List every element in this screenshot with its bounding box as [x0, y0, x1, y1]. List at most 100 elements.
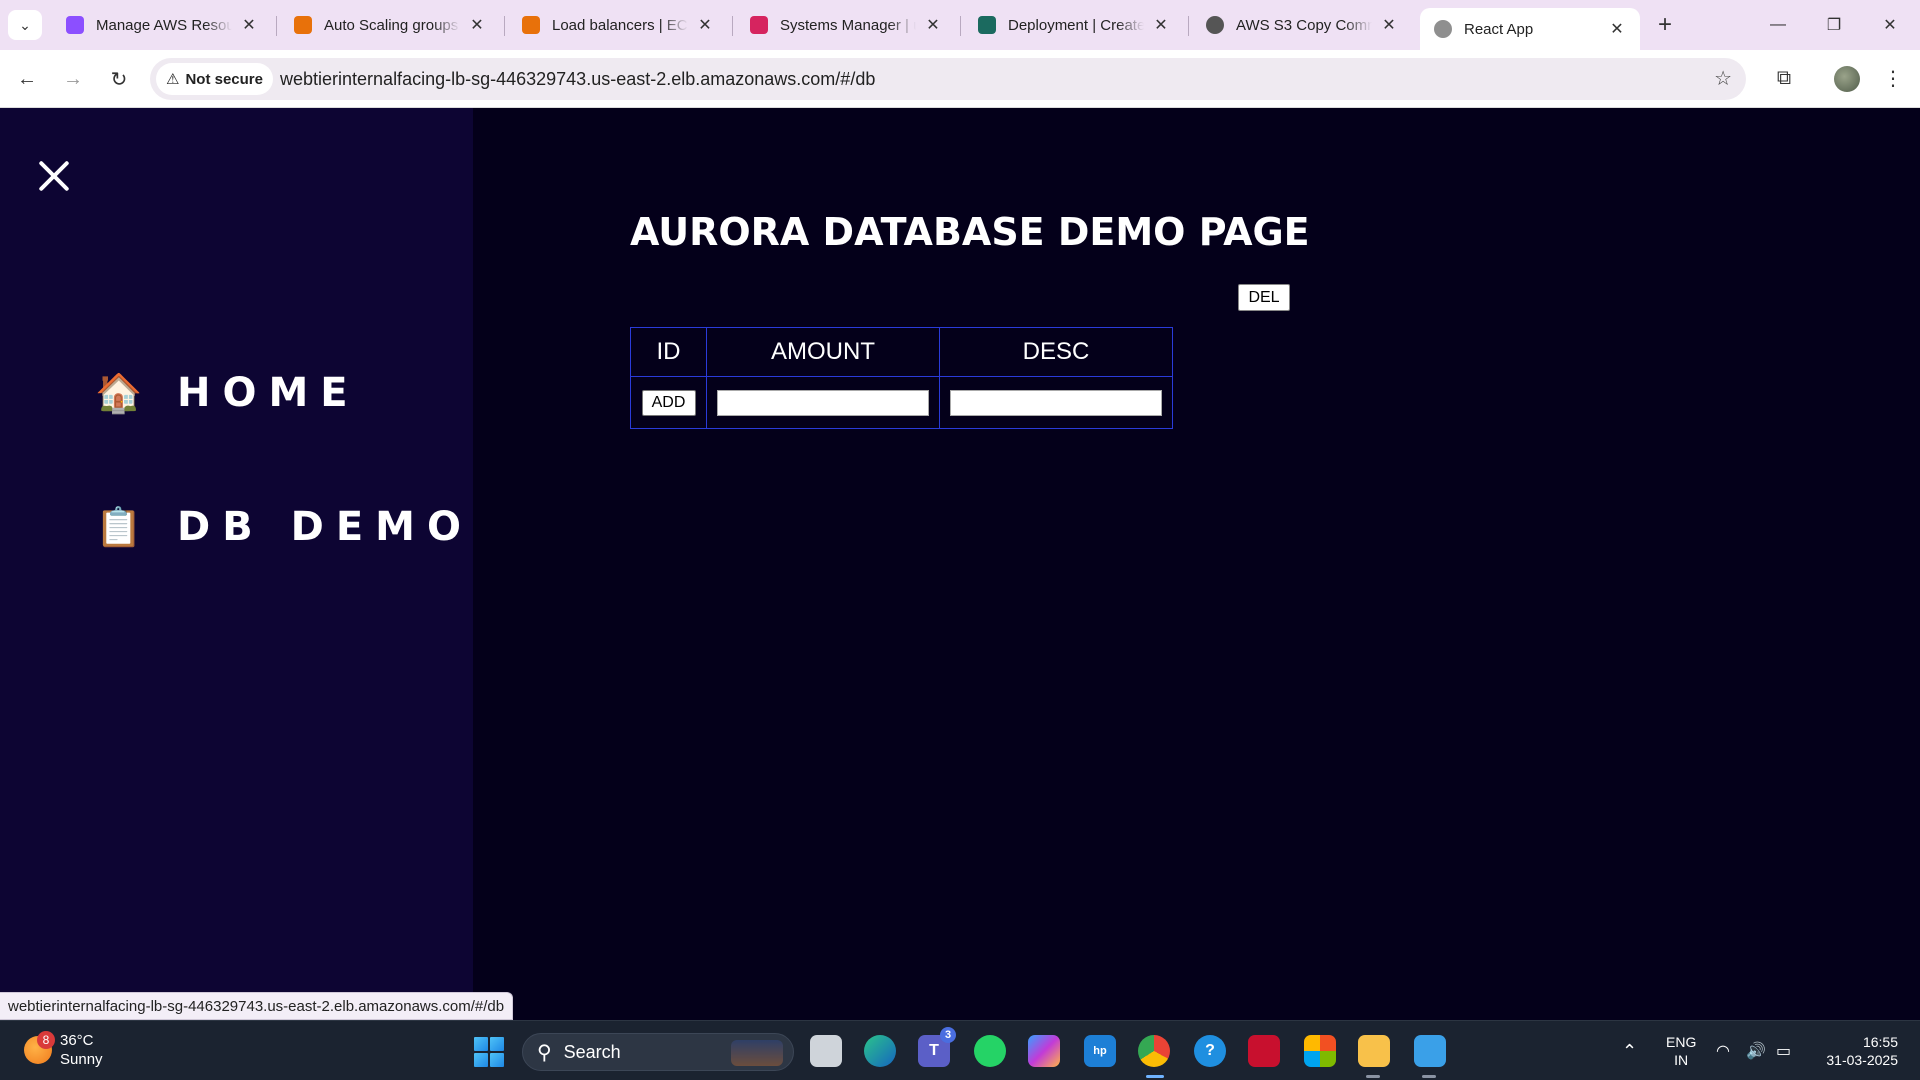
close-tab-icon[interactable]: ✕ [1152, 15, 1170, 35]
table-header-row: ID AMOUNT DESC [630, 327, 1173, 377]
sun-icon: 8 [24, 1031, 55, 1064]
close-tab-icon[interactable]: ✕ [1608, 19, 1626, 39]
page-title: AURORA DATABASE DEMO PAGE [630, 210, 1310, 254]
arrow-left-icon: ← [17, 67, 37, 90]
reload-icon: ↻ [110, 68, 128, 91]
extensions-icon[interactable]: ⧉ [1770, 64, 1798, 92]
search-icon: ⚲ [537, 1040, 552, 1064]
tab-title: AWS S3 Copy Comm [1236, 16, 1372, 34]
edge-icon[interactable] [864, 1035, 896, 1067]
tab-aws-s3-copy[interactable]: AWS S3 Copy Comm ✕ [1192, 6, 1412, 44]
address-bar[interactable]: ⚠ Not secure webtierinternalfacing-lb-sg… [150, 58, 1746, 100]
close-tab-icon[interactable]: ✕ [696, 15, 714, 35]
close-tab-icon[interactable]: ✕ [240, 15, 258, 35]
tab-manage-aws[interactable]: Manage AWS Resour ✕ [52, 6, 272, 44]
notepad-indicator [1422, 1075, 1436, 1078]
profile-avatar[interactable] [1834, 66, 1860, 92]
sidebar-item-home[interactable]: 🏠 HOME [95, 370, 360, 416]
ec2-icon [522, 16, 540, 34]
sidebar-item-db-demo[interactable]: 📋 DB DEMO [95, 504, 473, 550]
store-icon[interactable] [1304, 1035, 1336, 1067]
close-tab-icon[interactable]: ✕ [924, 15, 942, 35]
chevron-down-icon: ⌄ [19, 16, 31, 33]
region-code: IN [1674, 1052, 1689, 1068]
wifi-icon[interactable]: ◠ [1716, 1021, 1730, 1080]
add-button[interactable]: ADD [641, 389, 696, 416]
weather-badge: 8 [37, 1031, 55, 1049]
myhp-icon[interactable]: hp [1084, 1035, 1116, 1067]
battery-icon[interactable]: ▭ [1776, 1021, 1791, 1080]
forward-button[interactable]: → [58, 64, 88, 94]
minimize-icon: ― [1770, 16, 1786, 33]
close-tab-icon[interactable]: ✕ [1380, 15, 1398, 35]
minimize-button[interactable]: ― [1750, 0, 1806, 50]
taskbar-search[interactable]: ⚲ Search [522, 1033, 794, 1071]
clock[interactable]: 16:55 31-03-2025 [1818, 1033, 1898, 1069]
weather-widget[interactable]: 8 36°C Sunny [24, 1031, 103, 1069]
taskbar: 8 36°C Sunny ⚲ Search T3 hp ? ⌃ ENG IN ◠… [0, 1020, 1920, 1080]
whatsapp-icon[interactable] [974, 1035, 1006, 1067]
status-bar-url: webtierinternalfacing-lb-sg-446329743.us… [0, 992, 514, 1020]
tab-react-app[interactable]: React App ✕ [1420, 8, 1640, 50]
desc-input[interactable] [950, 389, 1162, 416]
main-content: AURORA DATABASE DEMO PAGE DEL ID AMOUNT … [473, 108, 1920, 1020]
help-icon[interactable]: ? [1194, 1035, 1226, 1067]
chrome-icon[interactable] [1138, 1035, 1170, 1067]
notepad-icon[interactable] [1414, 1035, 1446, 1067]
warning-triangle-icon: ⚠ [166, 71, 180, 88]
browser-toolbar: ← → ↻ ⚠ Not secure webtierinternalfacing… [0, 50, 1920, 108]
restore-icon: ❐ [1826, 17, 1842, 34]
tab-title: React App [1464, 20, 1534, 38]
reload-button[interactable]: ↻ [104, 64, 134, 94]
teams-badge: 3 [940, 1027, 956, 1043]
tab-auto-scaling[interactable]: Auto Scaling groups ✕ [280, 6, 500, 44]
tab-systems-manager[interactable]: Systems Manager | u ✕ [736, 6, 956, 44]
volume-icon[interactable]: 🔊 [1746, 1021, 1766, 1080]
tab-load-balancers[interactable]: Load balancers | EC2 ✕ [508, 6, 728, 44]
tray-overflow-icon[interactable]: ⌃ [1622, 1021, 1637, 1080]
close-tab-icon[interactable]: ✕ [468, 15, 486, 35]
teams-icon[interactable]: T3 [918, 1027, 956, 1067]
close-window-button[interactable]: ✕ [1862, 0, 1918, 50]
column-header-id: ID [630, 327, 707, 377]
column-header-amount: AMOUNT [706, 327, 940, 377]
search-highlight-image [731, 1040, 783, 1066]
language-indicator[interactable]: ENG IN [1666, 1033, 1696, 1069]
close-icon[interactable] [34, 156, 74, 196]
mcafee-icon[interactable] [1248, 1035, 1280, 1067]
tab-search-button[interactable]: ⌄ [8, 10, 42, 40]
file-explorer-icon[interactable] [1358, 1035, 1390, 1067]
clock-time: 16:55 [1862, 1034, 1898, 1050]
chatgpt-icon [1206, 16, 1224, 34]
bookmark-star-icon[interactable]: ☆ [1714, 66, 1732, 91]
back-button[interactable]: ← [12, 64, 42, 94]
arrow-right-icon: → [63, 67, 83, 90]
systems-manager-icon [750, 16, 768, 34]
tab-title: Deployment | Create [1008, 16, 1144, 34]
url-text[interactable]: webtierinternalfacing-lb-sg-446329743.us… [280, 69, 875, 90]
aws-resource-icon [66, 16, 84, 34]
column-header-desc: DESC [939, 327, 1173, 377]
new-tab-button[interactable]: + [1650, 10, 1680, 40]
tab-divider [960, 16, 961, 36]
page-viewport: 🏠 HOME 📋 DB DEMO AURORA DATABASE DEMO PA… [0, 108, 1920, 1020]
tab-divider [504, 16, 505, 36]
amount-input[interactable] [717, 389, 929, 416]
windows-start-icon[interactable] [474, 1037, 504, 1067]
clipboard-icon: 📋 [95, 504, 143, 549]
tab-title: Auto Scaling groups [324, 16, 459, 34]
plus-icon: + [1657, 11, 1672, 38]
task-view-icon[interactable] [810, 1035, 842, 1067]
explorer-indicator [1366, 1075, 1380, 1078]
tab-deployment[interactable]: Deployment | Create ✕ [964, 6, 1184, 44]
restore-button[interactable]: ❐ [1806, 0, 1862, 50]
copilot-icon[interactable] [1028, 1035, 1060, 1067]
del-button[interactable]: DEL [1238, 284, 1290, 311]
ec2-icon [294, 16, 312, 34]
tab-strip: ⌄ Manage AWS Resour ✕ Auto Scaling group… [0, 0, 1920, 50]
security-chip[interactable]: ⚠ Not secure [156, 63, 273, 95]
weather-condition-text: Sunny [60, 1051, 103, 1068]
add-cell: ADD [630, 376, 707, 429]
language-code: ENG [1666, 1034, 1697, 1050]
more-menu-icon[interactable]: ⋮ [1880, 64, 1906, 92]
